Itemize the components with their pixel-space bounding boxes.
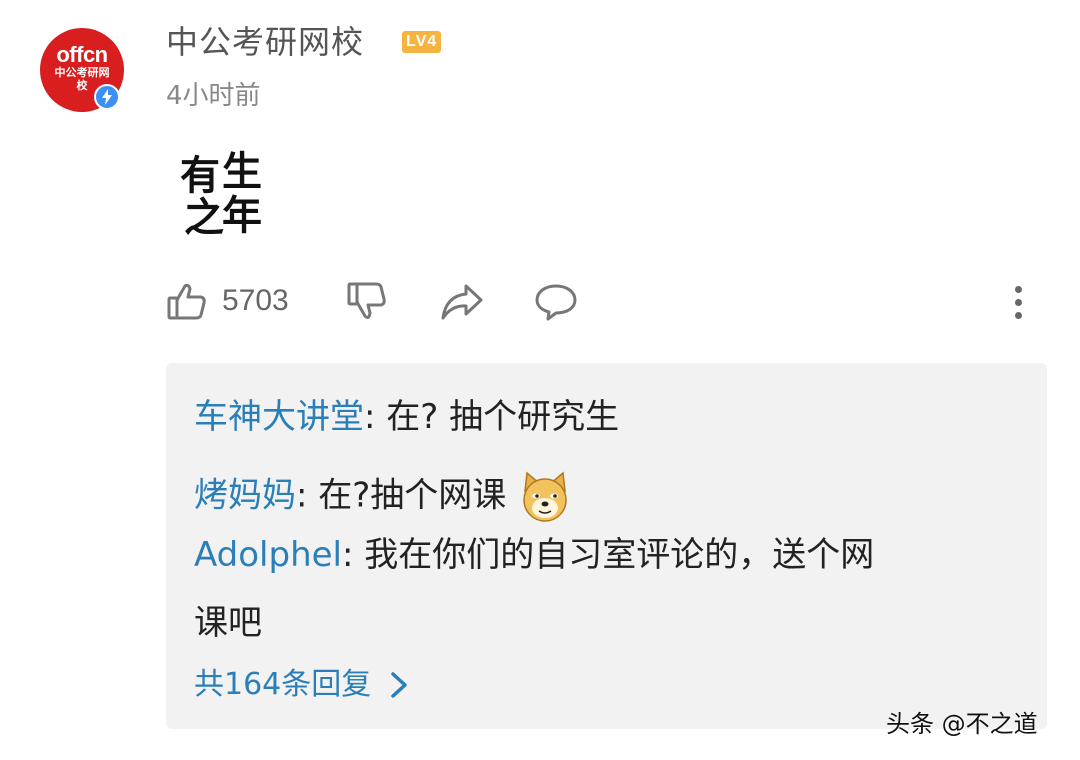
- post-time: 4小时前: [166, 81, 261, 111]
- comment-icon: [535, 284, 577, 321]
- sticker-char: 年: [222, 192, 262, 239]
- reply-item: Adolphel: 我在你们的自习室评论的，送个网: [194, 535, 874, 575]
- share-button[interactable]: [440, 282, 484, 322]
- reply-text-continued: 课吧: [194, 603, 262, 643]
- reply-text: : 在?抽个网课: [296, 475, 507, 516]
- reply-username[interactable]: Adolphel: [194, 535, 342, 575]
- more-icon[interactable]: [1008, 286, 1028, 322]
- sticker-char: 之: [184, 194, 224, 241]
- like-button[interactable]: 5703: [166, 280, 289, 322]
- level-badge: LV4: [402, 31, 442, 53]
- sticker-char: 生: [222, 148, 262, 195]
- chevron-right-icon: [391, 672, 408, 698]
- verified-icon: [94, 84, 120, 110]
- like-count: 5703: [222, 284, 289, 317]
- dislike-button[interactable]: [346, 280, 388, 324]
- reply-item: 烤妈妈: 在?抽个网课: [194, 471, 571, 523]
- share-icon: [441, 284, 483, 320]
- reply-text: : 在? 抽个研究生: [364, 397, 620, 437]
- post-sticker-image[interactable]: 有 生 之 年: [180, 150, 270, 246]
- author-name[interactable]: 中公考研网校: [166, 22, 364, 62]
- thumbs-down-icon: [347, 282, 386, 319]
- watermark: 头条 @不之道: [886, 710, 1038, 738]
- reply-total-label: 共164条回复: [194, 667, 372, 702]
- doge-emoji-icon: [523, 471, 567, 522]
- reply-item: 车神大讲堂: 在? 抽个研究生: [194, 397, 619, 437]
- reply-username[interactable]: 烤妈妈: [194, 476, 296, 516]
- sticker-char: 有: [180, 152, 220, 199]
- view-all-replies-link[interactable]: 共164条回复: [194, 665, 413, 705]
- avatar-logo-text: offcn: [56, 42, 108, 67]
- reply-username[interactable]: 车神大讲堂: [194, 397, 364, 437]
- thumbs-up-icon: [167, 283, 206, 320]
- reply-text: : 我在你们的自习室评论的，送个网: [342, 535, 875, 575]
- action-bar: 5703: [0, 276, 1080, 328]
- reply-preview[interactable]: 车神大讲堂: 在? 抽个研究生 烤妈妈: 在?抽个网课 Adolphel: 我在…: [166, 363, 1047, 729]
- comment-button[interactable]: [534, 282, 578, 322]
